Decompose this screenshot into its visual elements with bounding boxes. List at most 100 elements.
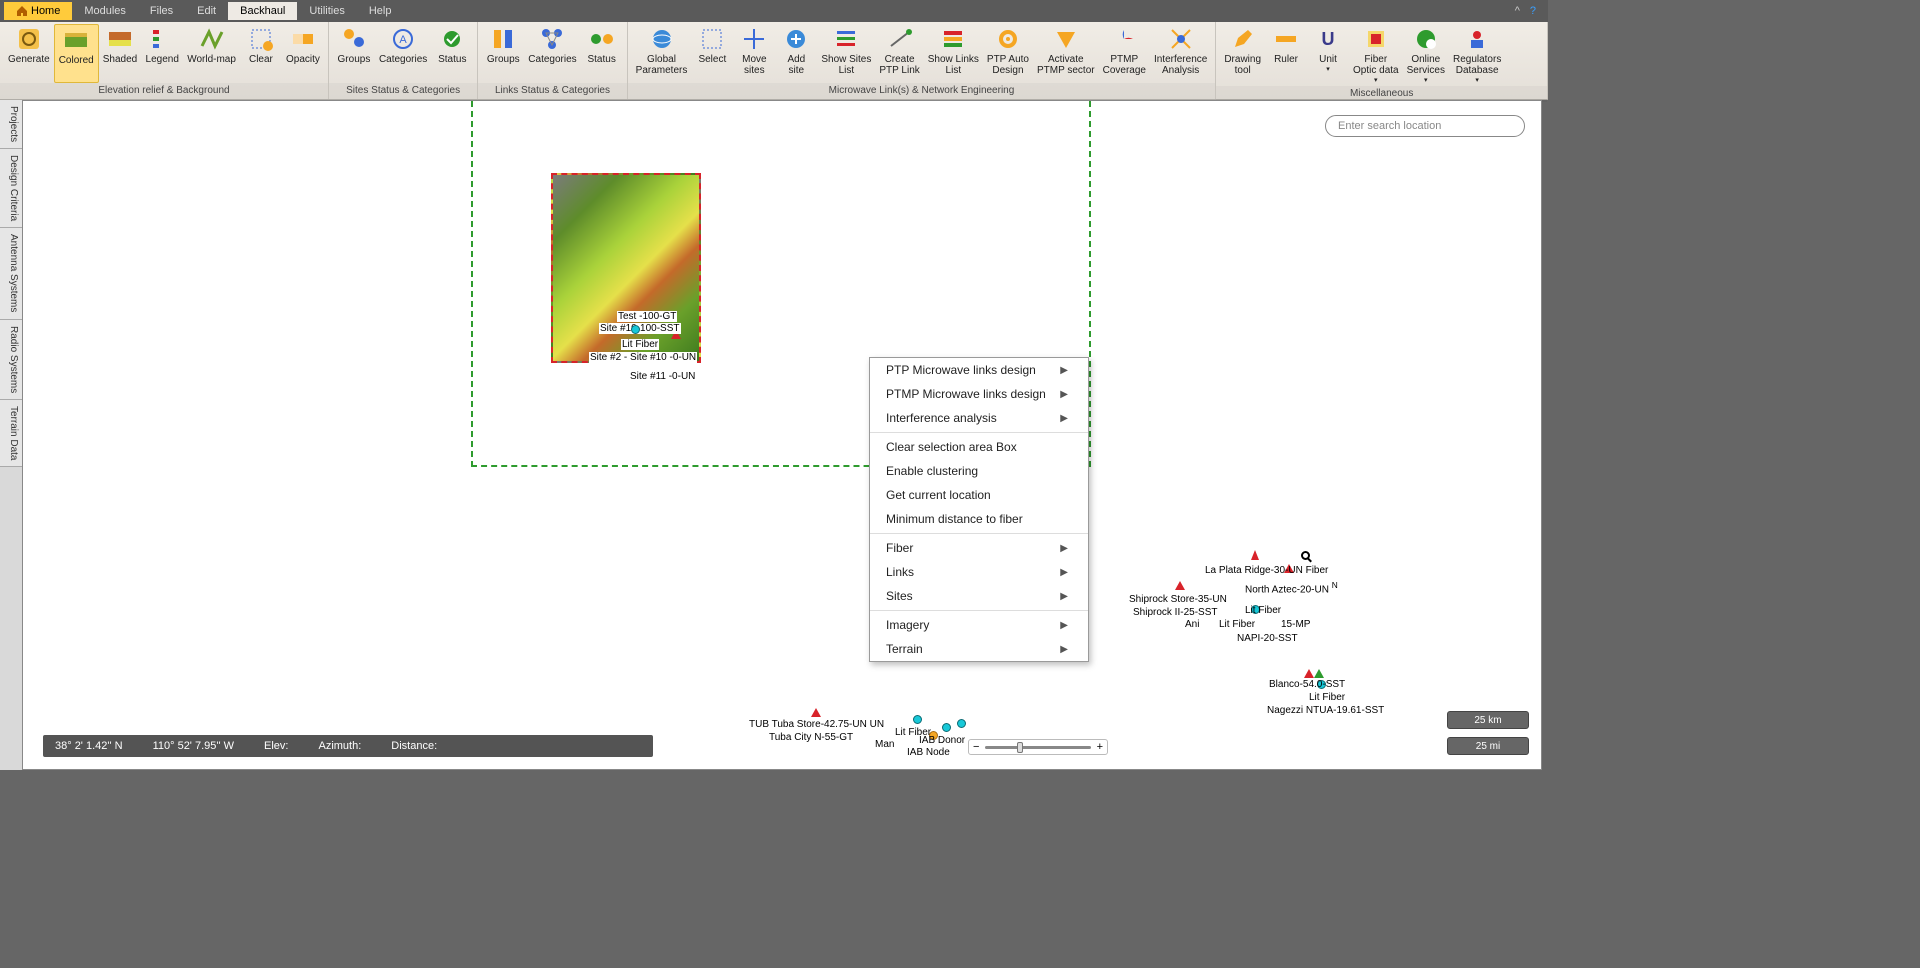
links-categories-button[interactable]: Categories xyxy=(524,24,580,83)
status-lat: 38° 2' 1.42'' N xyxy=(55,740,123,752)
sites-list-icon xyxy=(833,26,859,52)
site-label: Blanco-54.0-SST xyxy=(1269,679,1345,690)
sites-categories-button[interactable]: ACategories xyxy=(375,24,431,83)
svg-text:A: A xyxy=(399,34,407,46)
help-icon[interactable]: ? xyxy=(1530,5,1536,17)
activate-ptmp-button[interactable]: ActivatePTMP sector xyxy=(1033,24,1099,83)
side-tab-terrain-data[interactable]: Terrain Data xyxy=(0,400,22,467)
side-tab-design-criteria[interactable]: Design Criteria xyxy=(0,149,22,228)
shaded-button[interactable]: Shaded xyxy=(99,24,141,83)
search-input[interactable]: Enter search location xyxy=(1325,115,1525,137)
regulators-db-button[interactable]: RegulatorsDatabase▾ xyxy=(1449,24,1505,86)
add-site-button[interactable]: Addsite xyxy=(775,24,817,83)
site-label: NAPI-20-SST xyxy=(1237,633,1298,644)
context-menu-item[interactable]: Sites▶ xyxy=(870,584,1088,608)
move-icon xyxy=(741,26,767,52)
site-label: Lit Fiber xyxy=(1309,692,1345,703)
context-menu-item[interactable]: Get current location xyxy=(870,483,1088,507)
legend-button[interactable]: Legend xyxy=(141,24,183,83)
ribbon-group-title: Elevation relief & Background xyxy=(0,83,328,99)
site-label: Tuba City N-55-GT xyxy=(769,732,853,743)
context-menu-item[interactable]: Clear selection area Box xyxy=(870,435,1088,459)
links-list-icon xyxy=(940,26,966,52)
ribbon-group-links-status: Groups Categories Status Links Status & … xyxy=(478,22,627,99)
drawing-tool-button[interactable]: Drawingtool xyxy=(1220,24,1265,86)
context-menu-item[interactable]: Links▶ xyxy=(870,560,1088,584)
site-marker-icon xyxy=(1304,669,1314,678)
menu-tab-edit[interactable]: Edit xyxy=(185,2,228,20)
globe-icon xyxy=(649,26,675,52)
person-icon xyxy=(1464,26,1490,52)
show-links-list-button[interactable]: Show LinksList xyxy=(924,24,983,83)
menu-tab-backhaul[interactable]: Backhaul xyxy=(228,2,297,20)
context-menu-item[interactable]: PTP Microwave links design▶ xyxy=(870,358,1088,382)
unit-button[interactable]: UUnit▾ xyxy=(1307,24,1349,86)
links-groups-button[interactable]: Groups xyxy=(482,24,524,83)
context-menu-item[interactable]: Terrain▶ xyxy=(870,637,1088,661)
status-distance: Distance: xyxy=(391,740,437,752)
ribbon-group-misc: Drawingtool Ruler UUnit▾ FiberOptic data… xyxy=(1216,22,1548,99)
submenu-arrow-icon: ▶ xyxy=(1060,644,1068,655)
context-menu-item[interactable]: Fiber▶ xyxy=(870,536,1088,560)
submenu-arrow-icon: ▶ xyxy=(1060,413,1068,424)
sites-status-button[interactable]: Status xyxy=(431,24,473,83)
opacity-button[interactable]: Opacity xyxy=(282,24,324,83)
menu-separator xyxy=(870,610,1088,611)
fiber-optic-button[interactable]: FiberOptic data▾ xyxy=(1349,24,1403,86)
show-sites-list-button[interactable]: Show SitesList xyxy=(817,24,875,83)
ptmp-coverage-button[interactable]: PTMPCoverage xyxy=(1099,24,1150,83)
zoom-out-icon[interactable]: − xyxy=(973,741,979,753)
online-services-button[interactable]: OnlineServices▾ xyxy=(1403,24,1449,86)
zoom-thumb[interactable] xyxy=(1017,742,1023,753)
context-menu-item[interactable]: Enable clustering xyxy=(870,459,1088,483)
generate-button[interactable]: Generate xyxy=(4,24,54,83)
menu-tab-help[interactable]: Help xyxy=(357,2,404,20)
sector-icon xyxy=(1053,26,1079,52)
site-label: IAB Node xyxy=(907,747,950,758)
gear-icon xyxy=(995,26,1021,52)
context-menu-item[interactable]: PTMP Microwave links design▶ xyxy=(870,382,1088,406)
zoom-slider[interactable]: − + xyxy=(968,739,1108,755)
side-tab-radio-systems[interactable]: Radio Systems xyxy=(0,320,22,400)
ptp-auto-design-button[interactable]: PTP AutoDesign xyxy=(983,24,1033,83)
side-tab-projects[interactable]: Projects xyxy=(0,100,22,149)
clear-button[interactable]: Clear xyxy=(240,24,282,83)
global-parameters-button[interactable]: GlobalParameters xyxy=(632,24,692,83)
window-controls: ^ ? xyxy=(1515,5,1544,17)
add-site-icon xyxy=(783,26,809,52)
site-label: IAB Donor xyxy=(919,735,965,746)
map-canvas[interactable]: Enter search location Test -100-GT Site … xyxy=(22,100,1542,770)
site-label: Lit Fiber xyxy=(1219,619,1255,630)
status-elev: Elev: xyxy=(264,740,288,752)
interference-analysis-button[interactable]: InterferenceAnalysis xyxy=(1150,24,1211,83)
menu-tab-utilities[interactable]: Utilities xyxy=(297,2,356,20)
menu-tab-modules[interactable]: Modules xyxy=(72,2,138,20)
colored-button[interactable]: Colored xyxy=(54,24,99,83)
world-map-button[interactable]: World-map xyxy=(183,24,240,83)
submenu-arrow-icon: ▶ xyxy=(1060,365,1068,376)
menu-tab-home[interactable]: Home xyxy=(4,2,72,20)
site-label: Shiprock II-25-SST xyxy=(1133,607,1217,618)
collapse-ribbon-icon[interactable]: ^ xyxy=(1515,5,1520,17)
create-ptp-link-button[interactable]: CreatePTP Link xyxy=(875,24,923,83)
online-icon xyxy=(1413,26,1439,52)
side-tab-antenna-systems[interactable]: Antenna Systems xyxy=(0,228,22,319)
pencil-icon xyxy=(1230,26,1256,52)
menu-tab-files[interactable]: Files xyxy=(138,2,185,20)
unit-icon: U xyxy=(1315,26,1341,52)
move-sites-button[interactable]: Movesites xyxy=(733,24,775,83)
zoom-in-icon[interactable]: + xyxy=(1097,741,1103,753)
context-menu-item[interactable]: Interference analysis▶ xyxy=(870,406,1088,430)
zoom-track[interactable] xyxy=(985,746,1090,749)
context-menu-item[interactable]: Imagery▶ xyxy=(870,613,1088,637)
select-button[interactable]: Select xyxy=(691,24,733,83)
status-azimuth: Azimuth: xyxy=(318,740,361,752)
site-marker-icon xyxy=(811,708,821,717)
groups-icon xyxy=(341,26,367,52)
sites-groups-button[interactable]: Groups xyxy=(333,24,375,83)
ruler-button[interactable]: Ruler xyxy=(1265,24,1307,86)
context-menu: PTP Microwave links design▶ PTMP Microwa… xyxy=(869,357,1089,662)
context-menu-item[interactable]: Minimum distance to fiber xyxy=(870,507,1088,531)
submenu-arrow-icon: ▶ xyxy=(1060,591,1068,602)
links-status-button[interactable]: Status xyxy=(581,24,623,83)
